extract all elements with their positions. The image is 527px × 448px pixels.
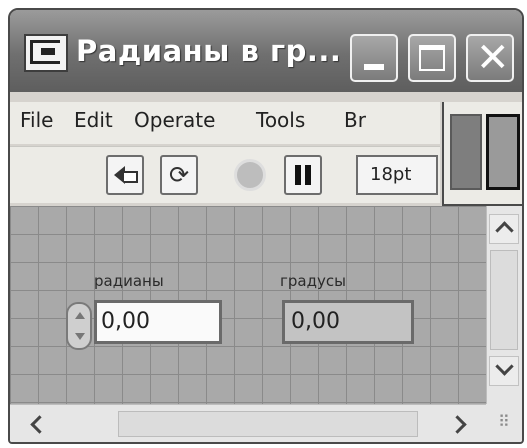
pause-button[interactable]	[284, 155, 322, 195]
connector-pane-right-terminal[interactable]	[486, 114, 520, 190]
menu-operate[interactable]: Operate	[134, 108, 215, 132]
horizontal-scrollbar[interactable]	[10, 404, 486, 442]
scroll-up-arrow-icon[interactable]	[489, 214, 519, 244]
scroll-right-arrow-icon[interactable]	[446, 409, 476, 439]
vi-window: Радианы в гр... ✕ File Edit Operate Tool…	[8, 8, 524, 444]
front-panel: радианы градусы 0,00 0,00	[10, 206, 486, 404]
labview-vi-icon[interactable]	[24, 34, 68, 72]
vi-connector-pane	[442, 102, 522, 206]
vertical-scroll-thumb[interactable]	[490, 250, 518, 350]
menu-tools[interactable]: Tools	[256, 108, 305, 132]
abort-execution-icon	[234, 159, 266, 191]
close-icon: ✕	[476, 35, 510, 81]
text-settings-dropdown[interactable]: 18pt	[356, 155, 438, 195]
close-button[interactable]: ✕	[466, 34, 514, 82]
run-continuously-button[interactable]: ⟳	[160, 155, 198, 195]
run-continuously-icon: ⟳	[168, 161, 190, 189]
increment-down-icon[interactable]	[75, 333, 85, 340]
menu-edit[interactable]: Edit	[74, 108, 113, 132]
scroll-down-arrow-icon[interactable]	[489, 356, 519, 386]
radians-numeric-control[interactable]: 0,00	[94, 300, 222, 344]
toolbar: ⟳ 18pt	[10, 146, 440, 203]
run-arrow-icon	[114, 165, 138, 185]
abort-button[interactable]	[232, 155, 270, 195]
degrees-label: градусы	[280, 272, 346, 290]
maximize-button[interactable]	[408, 34, 456, 82]
run-button[interactable]	[106, 155, 144, 195]
horizontal-scroll-thumb[interactable]	[118, 411, 418, 437]
window-title: Радианы в гр...	[76, 34, 342, 68]
connector-pane-left-terminal[interactable]	[450, 114, 482, 190]
increment-up-icon[interactable]	[75, 312, 85, 319]
menu-bar: File Edit Operate Tools Br	[10, 102, 440, 144]
title-bar[interactable]: Радианы в гр... ✕	[10, 10, 522, 92]
radians-increment-spinner[interactable]	[66, 302, 92, 350]
scroll-left-arrow-icon[interactable]	[22, 409, 52, 439]
menu-browse[interactable]: Br	[344, 108, 366, 132]
vertical-scrollbar[interactable]	[486, 206, 522, 404]
pause-icon	[295, 165, 311, 185]
degrees-numeric-indicator: 0,00	[282, 300, 414, 344]
minimize-button[interactable]	[350, 34, 398, 82]
menu-file[interactable]: File	[20, 108, 53, 132]
resize-grip-icon[interactable]	[486, 404, 522, 442]
radians-label: радианы	[94, 272, 164, 290]
